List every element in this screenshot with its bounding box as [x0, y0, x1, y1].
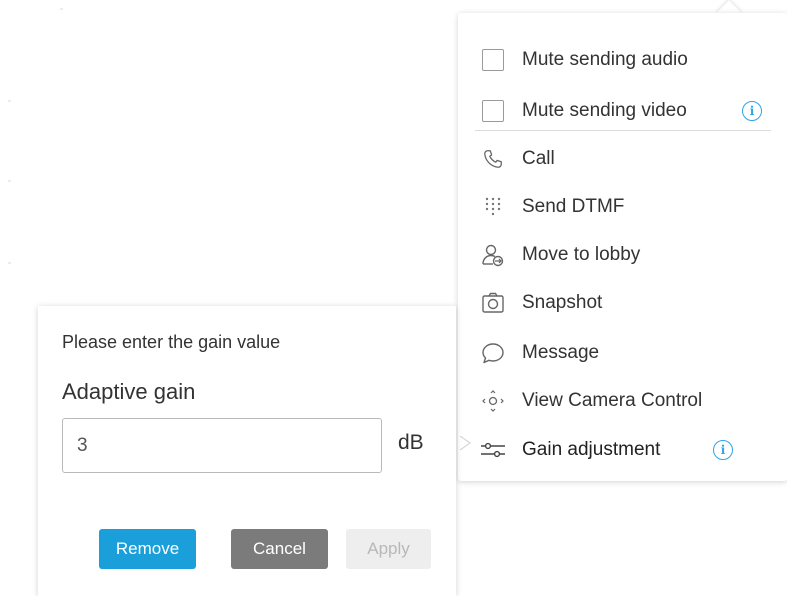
info-icon[interactable]: i	[713, 440, 733, 460]
gain-value-input[interactable]	[62, 418, 382, 473]
menu-item-label: Mute sending video	[522, 100, 687, 121]
menu-item-label: Message	[522, 342, 600, 363]
menu-item-label: Call	[522, 148, 555, 169]
apply-button[interactable]: Apply	[346, 529, 431, 569]
popover-pointer	[459, 436, 471, 450]
background-artifact	[8, 262, 11, 264]
menu-item-label: Send DTMF	[522, 196, 625, 217]
participant-actions-menu: Mute sending audio Mute sending video i …	[458, 13, 787, 481]
cancel-button[interactable]: Cancel	[231, 529, 328, 569]
menu-item-call[interactable]: Call	[458, 137, 787, 181]
phone-icon	[480, 146, 506, 172]
menu-divider	[475, 130, 771, 131]
menu-item-label: Move to lobby	[522, 244, 641, 265]
background-artifact	[8, 180, 11, 182]
background-artifact	[60, 8, 63, 10]
menu-item-label: Mute sending audio	[522, 49, 688, 70]
menu-item-view-camera-control[interactable]: View Camera Control	[458, 379, 787, 423]
info-icon[interactable]: i	[742, 101, 762, 121]
gain-unit-label: dB	[398, 431, 424, 454]
menu-item-label: Snapshot	[522, 292, 603, 313]
menu-item-mute-sending-video[interactable]: Mute sending video i	[458, 89, 787, 133]
chat-bubble-icon	[480, 340, 506, 366]
menu-item-send-dtmf[interactable]: Send DTMF	[458, 185, 787, 229]
dialpad-icon	[480, 194, 506, 220]
menu-item-snapshot[interactable]: Snapshot	[458, 281, 787, 325]
menu-item-message[interactable]: Message	[458, 331, 787, 375]
camera-control-icon	[480, 388, 506, 414]
checkbox-icon[interactable]	[480, 47, 506, 73]
camera-icon	[480, 290, 506, 316]
menu-item-label: View Camera Control	[522, 390, 703, 411]
menu-item-mute-sending-audio[interactable]: Mute sending audio	[458, 38, 787, 82]
menu-item-move-to-lobby[interactable]: Move to lobby	[458, 233, 787, 277]
gain-prompt: Please enter the gain value	[62, 332, 281, 352]
menu-item-gain-adjustment[interactable]: Gain adjustment i	[458, 428, 787, 472]
checkbox-icon[interactable]	[480, 98, 506, 124]
move-to-lobby-icon	[480, 242, 506, 268]
background-artifact	[8, 100, 11, 102]
sliders-icon	[480, 437, 506, 463]
menu-item-label: Gain adjustment	[522, 439, 661, 460]
remove-button[interactable]: Remove	[99, 529, 196, 569]
adaptive-gain-label: Adaptive gain	[62, 379, 196, 404]
